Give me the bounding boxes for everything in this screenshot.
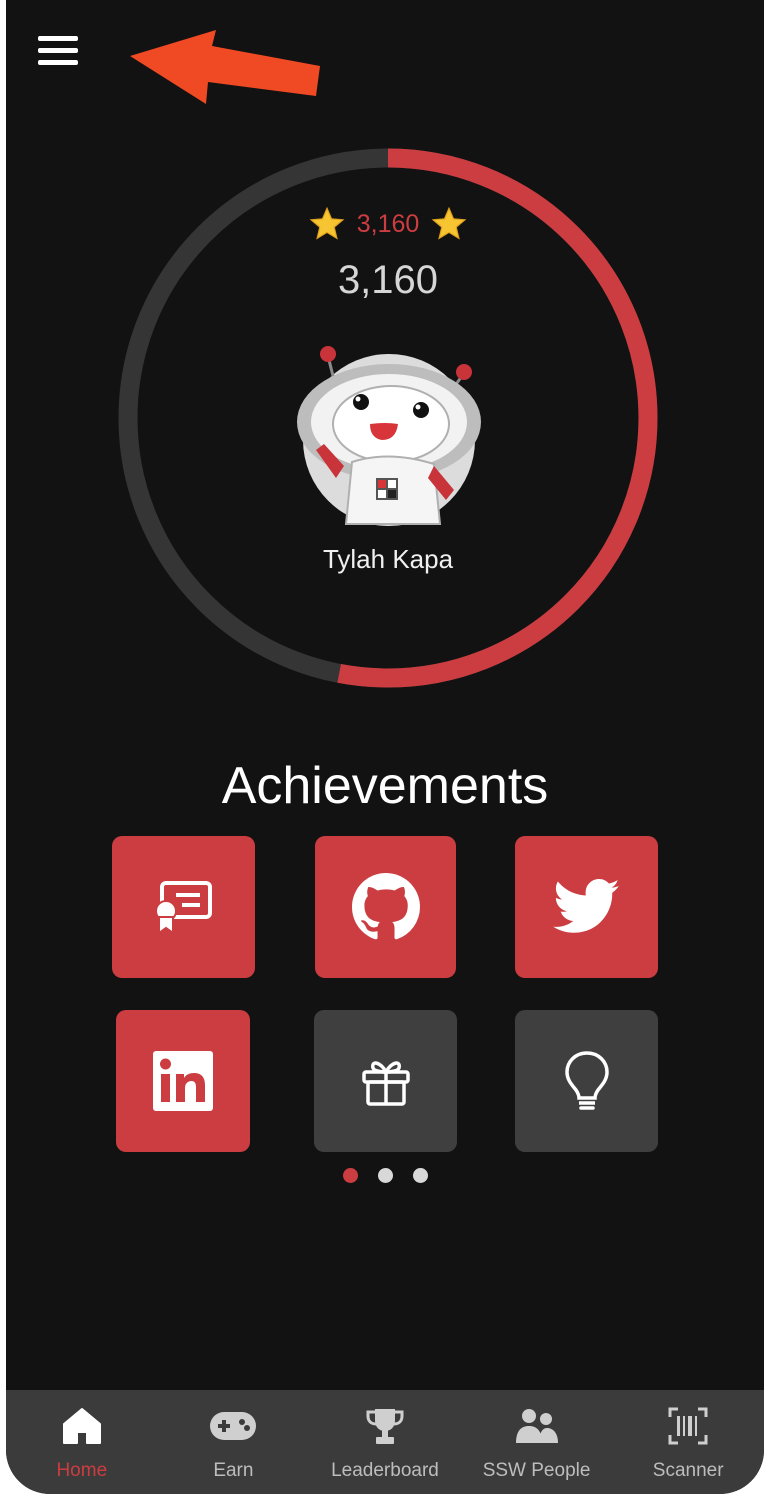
people-icon	[515, 1409, 558, 1443]
tab-earn[interactable]: Earn	[158, 1390, 310, 1494]
star-icon	[431, 206, 467, 240]
barcode-scanner-icon	[668, 1407, 708, 1445]
bottom-tab-bar: Home Earn Leaderboard SSW People Scanner	[6, 1390, 764, 1494]
tab-label: Earn	[213, 1460, 254, 1481]
app-screen: 3,160 3,160 Tylah Kapa Achievements Home…	[6, 0, 764, 1494]
certificate-icon	[154, 881, 212, 935]
points-summary: 3,160	[112, 204, 664, 244]
achievement-certificate[interactable]	[112, 836, 255, 978]
points-total: 3,160	[337, 258, 439, 302]
tab-label: Home	[56, 1460, 108, 1481]
twitter-icon	[552, 879, 619, 933]
achievement-linkedin[interactable]	[116, 1010, 250, 1152]
page-dot-2[interactable]	[377, 1168, 393, 1183]
user-name: Tylah Kapa	[322, 544, 454, 574]
linkedin-icon	[153, 1051, 213, 1111]
page-dot-3[interactable]	[412, 1168, 428, 1183]
achievement-github[interactable]	[315, 836, 456, 978]
top-bar	[6, 0, 764, 104]
tab-scanner[interactable]: Scanner	[612, 1390, 764, 1494]
avatar[interactable]	[294, 338, 484, 528]
lightbulb-icon	[564, 1051, 609, 1110]
gift-icon	[361, 1061, 410, 1106]
tab-label: Leaderboard	[331, 1460, 439, 1481]
tab-label: SSW People	[482, 1460, 591, 1481]
home-icon	[62, 1408, 101, 1444]
annotation-arrow-icon	[130, 30, 320, 104]
gamepad-icon	[210, 1412, 257, 1440]
achievements-title: Achievements	[221, 757, 549, 815]
tab-label: Scanner	[652, 1460, 724, 1481]
tab-home[interactable]: Home	[6, 1390, 158, 1494]
github-icon	[351, 873, 420, 940]
star-icon	[309, 206, 345, 240]
tab-leaderboard[interactable]: Leaderboard	[309, 1390, 461, 1494]
points-ring: 3,160 3,160 Tylah Kapa	[112, 142, 664, 694]
achievement-lightbulb[interactable]	[515, 1010, 658, 1152]
page-dot-1[interactable]	[342, 1168, 358, 1183]
achievement-twitter[interactable]	[515, 836, 658, 978]
hamburger-menu-icon[interactable]	[32, 28, 84, 72]
carousel-pagination	[6, 1168, 764, 1184]
tab-ssw-people[interactable]: SSW People	[461, 1390, 613, 1494]
trophy-icon	[366, 1409, 404, 1444]
points-small: 3,160	[356, 209, 420, 238]
achievement-gift[interactable]	[314, 1010, 457, 1152]
